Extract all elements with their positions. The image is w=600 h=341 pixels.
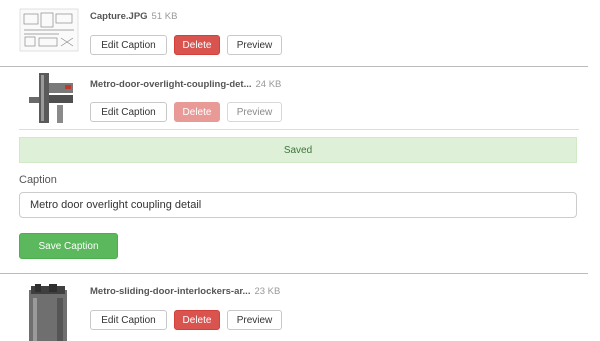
drawing-thumbnail-icon [19, 8, 79, 58]
edit-caption-button[interactable]: Edit Caption [90, 310, 167, 330]
preview-button[interactable]: Preview [227, 310, 282, 330]
edit-caption-button[interactable]: Edit Caption [90, 102, 167, 122]
file-name-text: Metro-door-overlight-coupling-det... [90, 79, 252, 90]
file-size: 51 KB [151, 11, 178, 22]
preview-button[interactable]: Preview [227, 35, 282, 55]
sliding-door-thumbnail-icon [19, 284, 79, 341]
file-row-capture: Capture.JPG 51 KB Edit Caption Delete Pre… [0, 0, 600, 66]
caption-label: Caption [19, 174, 57, 186]
preview-button[interactable]: Preview [227, 102, 282, 122]
caption-input[interactable] [19, 192, 577, 218]
file-name-text: Capture.JPG [90, 11, 148, 22]
delete-button[interactable]: Delete [174, 35, 220, 55]
file-name-text: Metro-sliding-door-interlockers-ar... [90, 286, 251, 297]
delete-button[interactable]: Delete [174, 310, 220, 330]
file-name: Metro-door-overlight-coupling-det... 24 K… [90, 79, 281, 90]
delete-button[interactable]: Delete [174, 102, 220, 122]
save-caption-button[interactable]: Save Caption [19, 233, 118, 259]
file-name: Metro-sliding-door-interlockers-ar... 23 … [90, 286, 280, 297]
file-row-overlight: Metro-door-overlight-coupling-det... 24 K… [0, 67, 600, 129]
edit-caption-button[interactable]: Edit Caption [90, 35, 167, 55]
file-name: Capture.JPG 51 KB [90, 11, 177, 22]
divider [19, 129, 579, 130]
file-row-sliding-door: Metro-sliding-door-interlockers-ar... 23 … [0, 274, 600, 341]
door-profile-thumbnail-icon [19, 73, 79, 123]
file-size: 24 KB [255, 79, 282, 90]
saved-alert: Saved [19, 137, 577, 163]
file-size: 23 KB [254, 286, 281, 297]
